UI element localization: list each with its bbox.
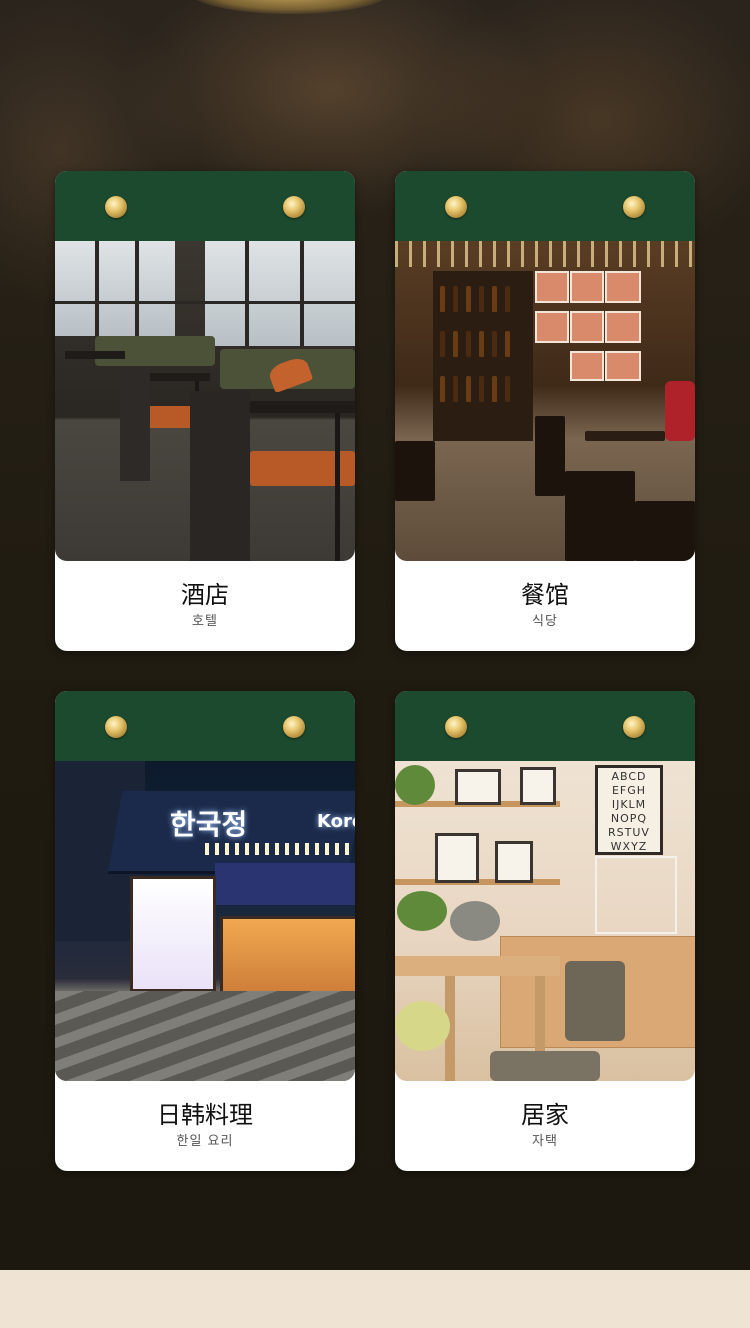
card-title: 日韩料理 (157, 1101, 253, 1129)
hero-background: 酒店 호텔 餐馆 식당 한국정 Kor 日韩料理 한일 요리 ABCD EFGH… (0, 0, 750, 1270)
card-title: 酒店 (181, 581, 229, 609)
card-subtitle: 식당 (532, 614, 558, 629)
korean-restaurant-photo: 한국정 Korea (55, 761, 355, 1081)
restaurant-photo (395, 241, 695, 561)
card-header (55, 691, 355, 761)
rivet-icon (445, 196, 467, 218)
card-subtitle: 한일 요리 (176, 1134, 234, 1149)
korean-sign-latin: Korea (317, 811, 355, 832)
rivet-icon (283, 716, 305, 738)
rivet-icon (105, 716, 127, 738)
card-subtitle: 호텔 (192, 614, 218, 629)
rivet-icon (283, 196, 305, 218)
category-card-hotel[interactable]: 酒店 호텔 (55, 171, 355, 651)
footer-band (0, 1270, 750, 1328)
rivet-icon (445, 716, 467, 738)
card-title: 餐馆 (521, 581, 569, 609)
rivet-icon (623, 716, 645, 738)
korean-sign: 한국정 (170, 808, 248, 841)
category-card-restaurant[interactable]: 餐馆 식당 (395, 171, 695, 651)
category-card-korean-cuisine[interactable]: 한국정 Korea 日韩料理 한일 요리 (55, 691, 355, 1171)
card-title: 居家 (521, 1101, 569, 1129)
card-header (395, 691, 695, 761)
rivet-icon (105, 196, 127, 218)
home-photo: ABCD EFGH IJKLM NOPQ RSTUV WXYZ (395, 761, 695, 1081)
rivet-icon (623, 196, 645, 218)
category-card-home[interactable]: ABCD EFGH IJKLM NOPQ RSTUV WXYZ 居家 자택 (395, 691, 695, 1171)
lamp-glow (190, 0, 390, 14)
hotel-photo (55, 241, 355, 561)
alphabet-poster: ABCD EFGH IJKLM NOPQ RSTUV WXYZ (595, 765, 663, 855)
card-header (395, 171, 695, 241)
card-header (55, 171, 355, 241)
card-subtitle: 자택 (532, 1134, 558, 1149)
